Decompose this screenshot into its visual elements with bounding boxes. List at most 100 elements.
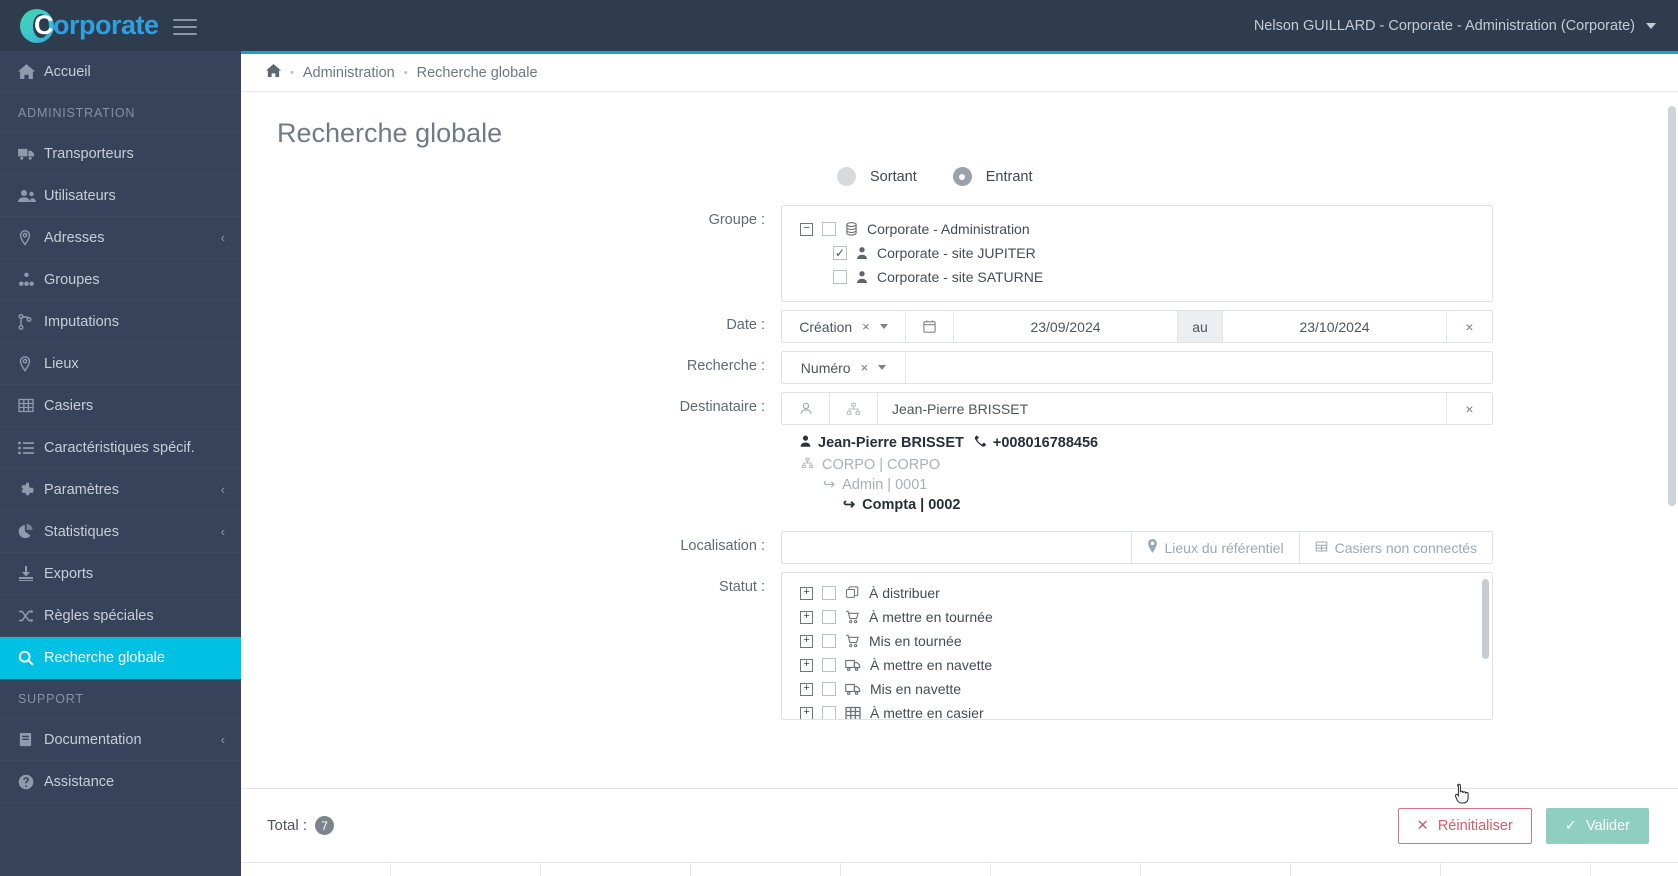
sidebar-item-statistiques[interactable]: Statistiques ‹: [0, 511, 241, 553]
destinataire-group: Jean-Pierre BRISSET ×: [781, 392, 1493, 425]
mouse-cursor: [1454, 783, 1469, 804]
sidebar-item-transporteurs[interactable]: Transporteurs: [0, 133, 241, 175]
home-icon: [18, 63, 44, 80]
date-clear-button[interactable]: ×: [1447, 311, 1492, 342]
tree-expander-icon[interactable]: −: [800, 222, 813, 236]
breadcrumb-item-administration[interactable]: Administration: [303, 65, 395, 81]
statut-scrollbar[interactable]: [1482, 579, 1489, 659]
menu-toggle-icon[interactable]: [172, 17, 197, 35]
statut-checkbox[interactable]: [822, 586, 836, 600]
sidebar-item-imputations[interactable]: Imputations: [0, 301, 241, 343]
sidebar-item-lieux[interactable]: Lieux: [0, 343, 241, 385]
user-outline-icon[interactable]: [782, 393, 830, 424]
date-to-input[interactable]: 23/10/2024: [1223, 311, 1447, 342]
sidebar-item-param-tres[interactable]: Paramètres ‹: [0, 469, 241, 511]
tree-expander-icon[interactable]: +: [800, 610, 813, 624]
statut-tree[interactable]: + À distribuer + À mettre en tournée + M…: [782, 573, 1492, 719]
copy-icon: [845, 586, 860, 600]
statut-tree-row[interactable]: + À mettre en tournée: [782, 605, 1492, 629]
check-icon: ✓: [1564, 817, 1577, 834]
sidebar-item-exports[interactable]: Exports: [0, 553, 241, 595]
radio-entrant[interactable]: [952, 167, 972, 186]
breadcrumb: • Administration • Recherche globale: [241, 54, 1678, 92]
destinataire-input[interactable]: Jean-Pierre BRISSET: [878, 393, 1447, 424]
groupe-checkbox[interactable]: [833, 246, 847, 260]
tree-expander-icon[interactable]: +: [800, 658, 813, 672]
page-scrollbar[interactable]: [1668, 106, 1676, 506]
groupe-checkbox[interactable]: [822, 222, 836, 236]
tree-expander-icon[interactable]: +: [800, 682, 813, 696]
validate-button[interactable]: ✓ Valider: [1545, 807, 1649, 844]
recherche-type-select[interactable]: Numéro ×: [782, 352, 906, 383]
question-circle-icon: [18, 774, 44, 790]
phone-icon: [974, 434, 987, 452]
breadcrumb-separator: •: [290, 66, 294, 79]
brand-logo[interactable]: Corporate: [0, 0, 241, 51]
label-statut: Statut :: [719, 579, 765, 595]
breadcrumb-item-recherche-globale[interactable]: Recherche globale: [417, 65, 538, 81]
lieux-referentiel-button[interactable]: Lieux du référentiel: [1132, 532, 1300, 563]
groupe-tree-row[interactable]: Corporate - site JUPITER: [782, 241, 1492, 265]
destinataire-clear-button[interactable]: ×: [1447, 393, 1492, 424]
sidebar-item-recherche-globale[interactable]: Recherche globale: [0, 637, 241, 679]
sidebar-item-utilisateurs[interactable]: Utilisateurs: [0, 175, 241, 217]
main-content: • Administration • Recherche globale Rec…: [241, 51, 1678, 876]
statut-checkbox[interactable]: [822, 634, 836, 648]
sidebar-item-label: Lieux: [44, 355, 79, 372]
date-from-input[interactable]: 23/09/2024: [954, 311, 1178, 342]
statut-tree-row[interactable]: + À distribuer: [782, 581, 1492, 605]
page-title: Recherche globale: [277, 118, 503, 148]
reset-button[interactable]: ✕ Réinitialiser: [1397, 807, 1532, 844]
sitemap-icon[interactable]: [830, 393, 878, 424]
calendar-icon[interactable]: [906, 311, 954, 342]
statut-tree-label: Mis en tournée: [869, 633, 962, 649]
radio-sortant[interactable]: [837, 167, 856, 186]
date-type-value: Création: [799, 318, 853, 335]
localisation-input[interactable]: [782, 532, 1132, 563]
statut-checkbox[interactable]: [822, 610, 836, 624]
statut-checkbox[interactable]: [822, 682, 836, 696]
statut-tree-row[interactable]: + À mettre en casier: [782, 701, 1492, 719]
close-icon[interactable]: ×: [861, 360, 869, 375]
sidebar-item-adresses[interactable]: Adresses ‹: [0, 217, 241, 259]
sidebar-item-label: Assistance: [44, 773, 115, 790]
casiers-non-connectes-label: Casiers non connectés: [1334, 539, 1477, 556]
sidebar-item-accueil[interactable]: Accueil: [0, 51, 241, 93]
statut-tree-row[interactable]: + Mis en tournée: [782, 629, 1492, 653]
sidebar-item-r-gles-sp-ciales[interactable]: Règles spéciales: [0, 595, 241, 637]
logo-text: Corporate: [34, 10, 159, 41]
tree-expander-icon[interactable]: +: [800, 706, 813, 719]
date-type-select[interactable]: Création ×: [782, 311, 906, 342]
pie-chart-icon: [18, 524, 44, 539]
close-icon[interactable]: ×: [862, 319, 870, 334]
groupe-tree-label: Corporate - site JUPITER: [877, 245, 1036, 261]
groupe-tree-row[interactable]: − Corporate - Administration: [782, 217, 1492, 241]
groupe-tree[interactable]: − Corporate - Administration Corporate -…: [781, 205, 1493, 302]
sidebar: Accueil ADMINISTRATION Transporteurs Uti…: [0, 51, 241, 876]
sidebar-item-casiers[interactable]: Casiers: [0, 385, 241, 427]
home-icon[interactable]: [266, 63, 281, 82]
groupe-tree-row[interactable]: Corporate - site SATURNE: [782, 265, 1492, 289]
statut-tree-row[interactable]: + Mis en navette: [782, 677, 1492, 701]
sidebar-item-groupes[interactable]: Groupes: [0, 259, 241, 301]
lieux-referentiel-label: Lieux du référentiel: [1164, 539, 1284, 556]
statut-checkbox[interactable]: [822, 658, 836, 672]
shuttle-icon: [845, 658, 861, 672]
casiers-non-connectes-button[interactable]: Casiers non connectés: [1300, 532, 1492, 563]
statut-tree-row[interactable]: + À mettre en navette: [782, 653, 1492, 677]
tree-expander-icon[interactable]: +: [800, 634, 813, 648]
field-row-groupe: Groupe : − Corporate - Administration Co…: [241, 205, 1678, 302]
statut-checkbox[interactable]: [822, 706, 836, 719]
sidebar-item-documentation[interactable]: Documentation ‹: [0, 719, 241, 761]
statut-tree-label: Mis en navette: [870, 681, 962, 697]
sidebar-item-caract-ristiques-sp-cif[interactable]: Caractéristiques spécif.: [0, 427, 241, 469]
code-branch-icon: [18, 313, 44, 330]
sidebar-item-assistance[interactable]: Assistance: [0, 761, 241, 803]
user-menu[interactable]: Nelson GUILLARD - Corporate - Administra…: [1254, 18, 1678, 34]
groupe-checkbox[interactable]: [833, 270, 847, 284]
contact-org: CORPO | CORPO: [822, 457, 941, 473]
recherche-input[interactable]: [906, 352, 1492, 383]
arrow-return-icon: ↪: [843, 497, 856, 513]
tree-expander-icon[interactable]: +: [800, 586, 813, 600]
logo-word: orporate: [53, 10, 159, 40]
